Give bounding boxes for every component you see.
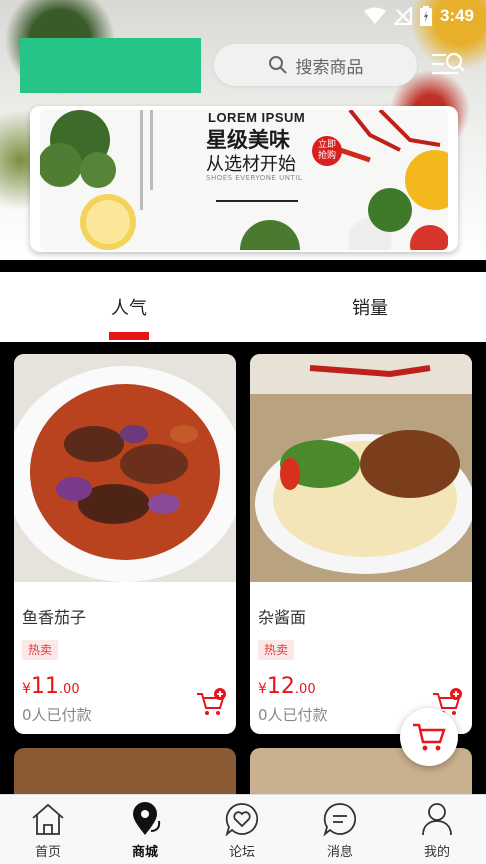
- nav-home-label: 首页: [34, 845, 61, 860]
- promo-banner[interactable]: LOREM IPSUM 星级美味 从选材开始 SHOES EVERYONE UN…: [30, 106, 458, 252]
- nav-forum[interactable]: 论坛: [202, 801, 282, 860]
- banner-image: LOREM IPSUM 星级美味 从选材开始 SHOES EVERYONE UN…: [40, 110, 448, 250]
- search-bar[interactable]: 搜索商品: [214, 44, 417, 86]
- user-icon: [422, 803, 452, 836]
- product-price: ¥11.00: [22, 674, 80, 699]
- tab-indicator: [109, 332, 149, 340]
- banner-subtitle: 从选材开始: [206, 154, 296, 175]
- status-bar: 3:49: [363, 5, 474, 27]
- message-icon: [323, 803, 357, 837]
- app-logo: [20, 38, 201, 93]
- price-currency: ¥: [22, 681, 31, 697]
- nav-messages-label: 消息: [326, 845, 353, 860]
- product-tag: 热卖: [22, 640, 59, 660]
- search-icon: [268, 56, 287, 74]
- product-card[interactable]: 杂酱面 热卖 ¥12.00 0人已付款: [250, 354, 472, 734]
- banner-divider: [216, 200, 298, 202]
- heart-chat-icon: [225, 803, 259, 837]
- product-sold-count: 0人已付款: [22, 706, 92, 724]
- menu-search-icon[interactable]: [430, 50, 466, 80]
- nav-profile-label: 我的: [423, 845, 450, 860]
- product-name: 鱼香茄子: [22, 608, 87, 627]
- cart-icon: [413, 723, 446, 751]
- price-integer: 11: [30, 674, 59, 699]
- product-image: [250, 354, 472, 582]
- nav-profile[interactable]: 我的: [397, 801, 477, 860]
- product-image: [14, 354, 236, 582]
- product-price: ¥12.00: [258, 674, 316, 699]
- home-icon: [32, 803, 64, 835]
- tab-bar: 人气 销量: [0, 272, 486, 342]
- product-card[interactable]: 鱼香茄子 热卖 ¥11.00 0人已付款: [14, 354, 236, 734]
- price-integer: 12: [266, 674, 295, 699]
- price-currency: ¥: [258, 681, 267, 697]
- nav-forum-label: 论坛: [228, 845, 255, 860]
- banner-lorem: LOREM IPSUM: [208, 110, 306, 125]
- bottom-navigation: 首页 商城 论坛 消息 我的: [0, 794, 486, 864]
- no-signal-icon: [393, 7, 412, 25]
- nav-mall-label: 商城: [131, 845, 158, 860]
- map-pin-icon: [133, 802, 161, 835]
- nav-home[interactable]: 首页: [8, 801, 88, 860]
- add-to-cart-icon[interactable]: [196, 688, 226, 718]
- tab-popular[interactable]: 人气: [111, 294, 147, 320]
- product-sold-count: 0人已付款: [258, 706, 328, 724]
- banner-badge-line1: 立即: [317, 140, 336, 150]
- price-decimal: .00: [294, 682, 316, 697]
- status-time: 3:49: [439, 6, 474, 25]
- banner-badge: 立即 抢购: [312, 136, 342, 166]
- nav-messages[interactable]: 消息: [300, 801, 380, 860]
- banner-badge-line2: 抢购: [317, 151, 336, 161]
- search-placeholder: 搜索商品: [295, 57, 364, 78]
- section-divider: [0, 260, 486, 272]
- product-card-partial[interactable]: [14, 748, 236, 794]
- banner-small-text: SHOES EVERYONE UNTIL: [206, 174, 303, 182]
- price-decimal: .00: [58, 682, 80, 697]
- floating-cart-button[interactable]: [400, 708, 458, 766]
- product-tag: 热卖: [258, 640, 295, 660]
- product-name: 杂酱面: [258, 608, 307, 627]
- battery-icon: [419, 6, 432, 26]
- nav-mall[interactable]: 商城: [105, 801, 185, 860]
- wifi-icon: [363, 7, 386, 24]
- tab-sales[interactable]: 销量: [352, 294, 388, 320]
